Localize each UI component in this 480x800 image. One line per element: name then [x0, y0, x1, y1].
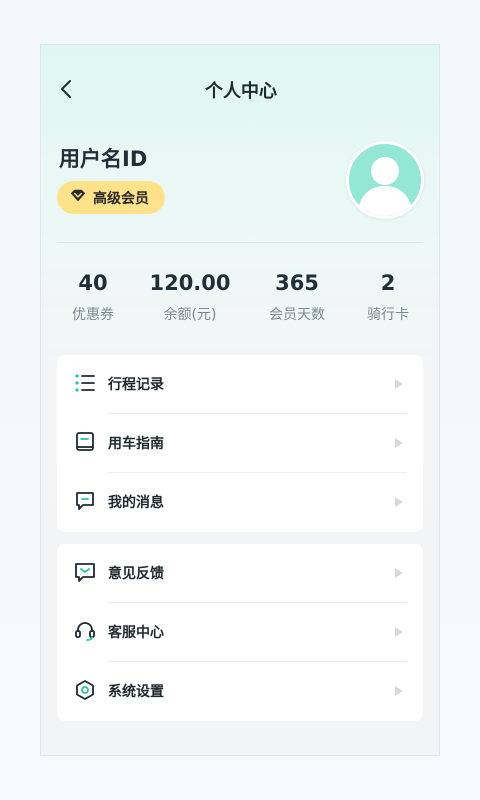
message-icon — [74, 490, 96, 512]
headset-icon — [74, 620, 96, 642]
list-icon — [74, 372, 96, 394]
menu-item-label: 意见反馈 — [108, 566, 164, 582]
menu-item-messages[interactable]: 我的消息 — [57, 473, 423, 532]
book-icon — [74, 431, 96, 453]
top-bar: 个人中心 — [41, 71, 439, 107]
stat-label: 余额(元) — [163, 307, 217, 323]
menu-item-trips[interactable]: 行程记录 — [57, 355, 423, 414]
stat-label: 会员天数 — [269, 307, 325, 323]
menu-item-label: 系统设置 — [108, 684, 164, 700]
chevron-right-icon — [395, 497, 403, 507]
stat-value: 120.00 — [149, 271, 231, 295]
stat-value: 2 — [380, 271, 396, 295]
stat-label: 骑行卡 — [367, 307, 409, 323]
profile-screen: 个人中心 用户名ID 高级会员 40 优惠券 120.00 余额(元) 365 … — [40, 44, 440, 756]
menu-item-label: 用车指南 — [108, 436, 164, 452]
diamond-icon — [69, 187, 87, 209]
chevron-right-icon — [395, 379, 403, 389]
chevron-right-icon — [395, 568, 403, 578]
feedback-icon — [74, 561, 96, 583]
stat-value: 365 — [275, 271, 319, 295]
menu-item-label: 我的消息 — [108, 495, 164, 511]
menu-item-settings[interactable]: 系统设置 — [57, 662, 423, 721]
stats-row: 40 优惠券 120.00 余额(元) 365 会员天数 2 骑行卡 — [41, 271, 439, 331]
menu-card-primary: 行程记录 用车指南 我的消息 — [57, 355, 423, 532]
member-badge: 高级会员 — [57, 181, 165, 214]
stat-coupons[interactable]: 40 优惠券 — [43, 271, 143, 324]
menu-item-guide[interactable]: 用车指南 — [57, 414, 423, 473]
menu-card-secondary: 意见反馈 客服中心 系统设置 — [57, 544, 423, 721]
menu-item-feedback[interactable]: 意见反馈 — [57, 544, 423, 603]
avatar[interactable] — [346, 141, 424, 219]
stat-label: 优惠券 — [72, 307, 114, 323]
menu-item-support[interactable]: 客服中心 — [57, 603, 423, 662]
username: 用户名ID — [59, 147, 148, 171]
stat-ride-cards[interactable]: 2 骑行卡 — [338, 271, 438, 324]
menu-item-label: 行程记录 — [108, 377, 164, 393]
chevron-right-icon — [395, 438, 403, 448]
chevron-right-icon — [395, 686, 403, 696]
settings-icon — [74, 679, 96, 701]
stat-value: 40 — [78, 271, 108, 295]
menu-item-label: 客服中心 — [108, 625, 164, 641]
page-title: 个人中心 — [205, 81, 277, 102]
stat-member-days[interactable]: 365 会员天数 — [247, 271, 347, 324]
chevron-right-icon — [395, 627, 403, 637]
member-badge-label: 高级会员 — [93, 190, 149, 207]
stat-balance[interactable]: 120.00 余额(元) — [140, 271, 240, 324]
user-silhouette-icon — [357, 157, 413, 216]
divider — [57, 242, 423, 243]
